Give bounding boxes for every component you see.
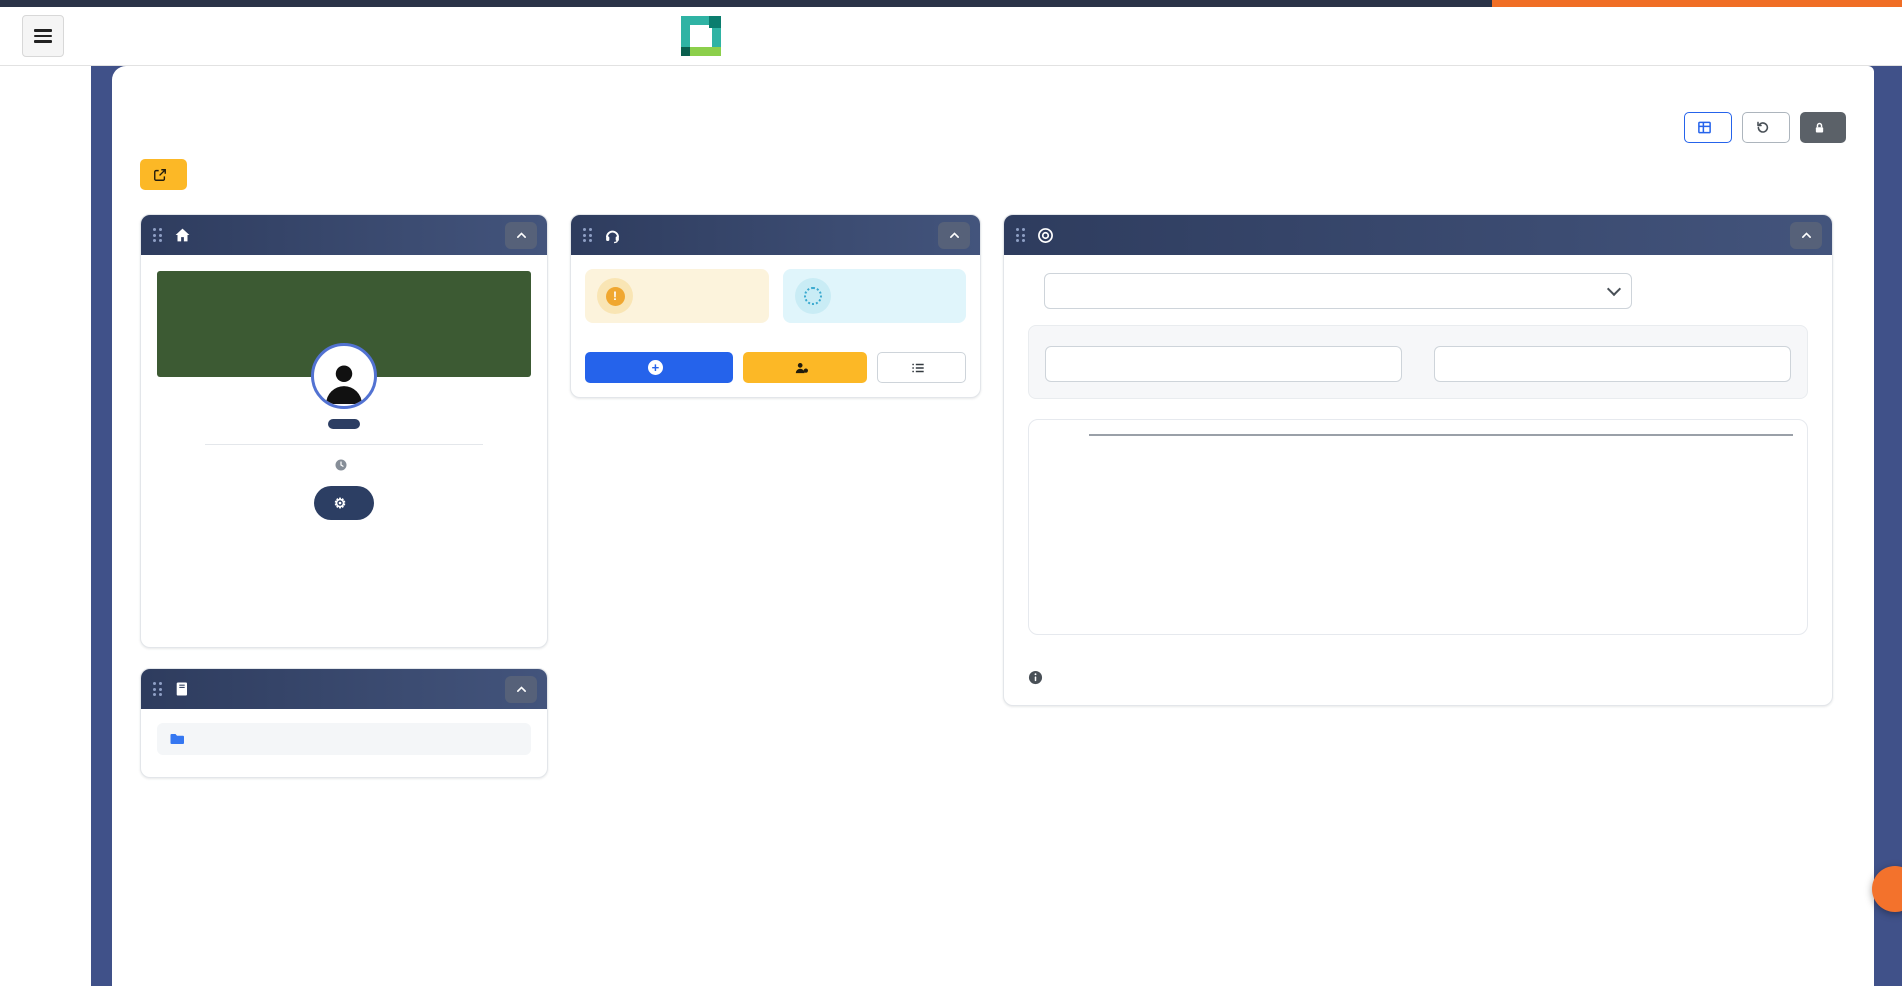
gear-icon: ⚙ <box>334 496 347 510</box>
sidebar <box>0 66 91 986</box>
info-icon <box>1028 670 1043 685</box>
program-select[interactable] <box>1044 273 1632 309</box>
filter-panel <box>1028 325 1808 399</box>
chevron-up-icon <box>515 683 528 696</box>
book-icon <box>174 681 190 697</box>
drag-handle-icon[interactable] <box>583 228 592 242</box>
manual-folder[interactable] <box>157 723 531 755</box>
plus-circle-icon: + <box>648 360 663 375</box>
manage-widgets-button[interactable] <box>1684 112 1732 143</box>
competency-chart <box>1028 419 1808 635</box>
folder-icon <box>169 731 185 747</box>
report-on-behalf-button[interactable] <box>743 352 867 383</box>
external-link-icon <box>153 168 167 182</box>
collapse-button[interactable] <box>1790 222 1822 249</box>
drag-handle-icon[interactable] <box>153 682 162 696</box>
collapse-button[interactable] <box>505 222 537 249</box>
in-progress-stat-card <box>783 269 967 323</box>
avatar <box>311 343 377 409</box>
competency-goal-widget <box>1003 214 1833 706</box>
hamburger-icon <box>34 26 52 46</box>
chart-footnote <box>1028 670 1808 685</box>
aacsb-logo <box>681 16 729 56</box>
collapse-button[interactable] <box>505 676 537 703</box>
view-all-button[interactable] <box>877 352 966 383</box>
help-center-widget-header <box>571 215 980 255</box>
top-progress-strip-segment <box>1492 0 1902 7</box>
app-header <box>0 7 1902 66</box>
collapse-button[interactable] <box>938 222 970 249</box>
aol-legacy-system-button[interactable] <box>140 159 187 190</box>
lock-icon <box>1813 121 1826 135</box>
drag-handle-icon[interactable] <box>153 228 162 242</box>
profile-settings-button[interactable]: ⚙ <box>314 486 375 520</box>
manual-widget <box>140 668 548 778</box>
competency-goal-widget-header <box>1004 215 1832 255</box>
academic-year-input[interactable] <box>1045 346 1402 382</box>
grid-icon <box>1697 120 1712 135</box>
brand-group <box>643 15 729 57</box>
chevron-up-icon <box>515 229 528 242</box>
manual-widget-header <box>141 669 547 709</box>
role-badge <box>328 419 360 429</box>
report-issue-button[interactable]: + <box>585 352 733 383</box>
help-center-widget: ! <box>570 214 981 398</box>
reset-layout-button[interactable] <box>1742 112 1790 143</box>
chevron-up-icon <box>948 229 961 242</box>
pending-stat-card: ! <box>585 269 769 323</box>
hamburger-menu-button[interactable] <box>22 15 64 57</box>
chevron-up-icon <box>1800 229 1813 242</box>
person-plus-icon <box>794 361 809 375</box>
welcome-widget-header <box>141 215 547 255</box>
unlock-button[interactable] <box>1800 112 1846 143</box>
aacsb-mark-icon <box>681 16 721 56</box>
warning-icon: ! <box>606 287 625 306</box>
clock-icon <box>334 458 348 472</box>
welcome-widget: ⚙ <box>140 214 548 648</box>
spinner-icon <box>804 287 822 305</box>
drag-handle-icon[interactable] <box>1016 228 1025 242</box>
person-silhouette-icon <box>322 358 366 406</box>
chart-groups <box>1089 434 1793 436</box>
chart-y-axis <box>1043 434 1089 624</box>
list-icon <box>911 361 925 375</box>
home-icon <box>174 227 191 244</box>
program-select-wrap <box>1044 273 1632 309</box>
top-progress-strip <box>0 0 1902 7</box>
main-content: ⚙ <box>112 66 1874 986</box>
headset-icon <box>604 227 621 244</box>
divider <box>205 444 483 445</box>
target-icon <box>1037 227 1054 244</box>
undo-icon <box>1755 120 1770 135</box>
courses-input[interactable] <box>1434 346 1791 382</box>
